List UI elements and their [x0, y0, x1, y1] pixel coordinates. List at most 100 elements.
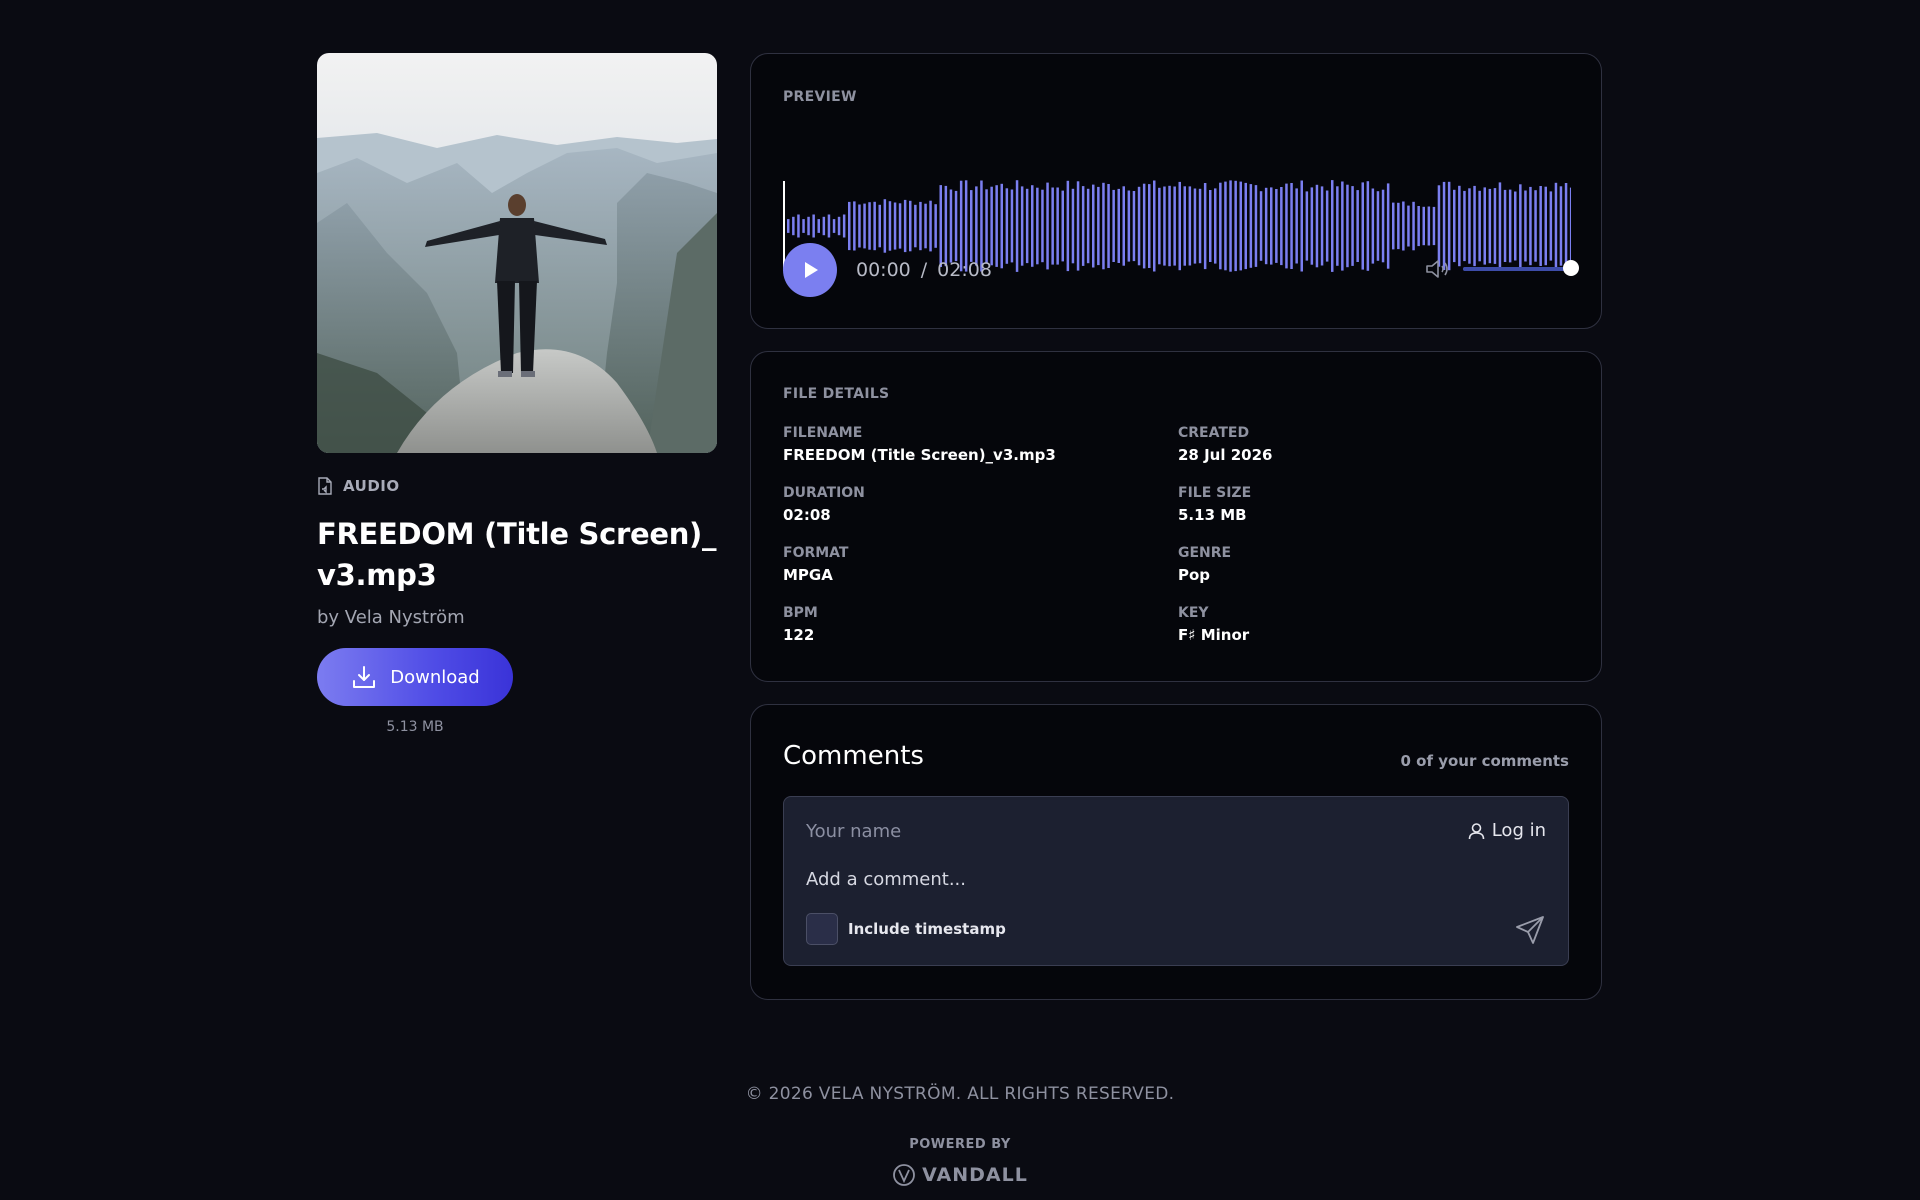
waveform-bar	[1224, 181, 1227, 271]
waveform-bar	[1148, 184, 1151, 268]
waveform-bar	[1020, 186, 1024, 266]
detail-filesize: FILE SIZE 5.13 MB	[1178, 485, 1573, 545]
waveform-bar	[959, 180, 963, 272]
details-grid: FILENAME FREEDOM (Title Screen)_v3.mp3 C…	[783, 425, 1573, 665]
waveform-bar	[1341, 181, 1344, 271]
asset-type: AUDIO	[317, 476, 717, 496]
volume-fill	[1463, 267, 1565, 271]
brand-link[interactable]: VANDALL	[0, 1163, 1920, 1187]
waveform-bar	[1503, 189, 1507, 262]
waveform-bar	[1270, 187, 1273, 265]
current-time: 00:00	[856, 259, 911, 281]
detail-label: CREATED	[1178, 425, 1250, 441]
vandall-logo-icon	[893, 1164, 916, 1186]
waveform-bar	[1046, 182, 1049, 270]
waveform-bar	[1478, 190, 1481, 262]
waveform-bar	[1163, 186, 1166, 266]
waveform-bar	[980, 180, 983, 272]
waveform-bar	[822, 216, 826, 236]
waveform-bar	[1295, 188, 1298, 264]
waveform-bar	[1173, 186, 1176, 266]
waveform-bar	[1056, 187, 1059, 265]
detail-value: 02:08	[783, 506, 831, 524]
waveform-bar	[1254, 185, 1258, 267]
waveform-bar	[1529, 186, 1532, 266]
volume-icon[interactable]	[1425, 258, 1451, 280]
waveform-bar	[1376, 191, 1380, 261]
detail-label: FORMAT	[783, 545, 849, 561]
asset-type-label: AUDIO	[343, 477, 400, 495]
timestamp-checkbox[interactable]	[806, 913, 838, 945]
waveform-bar	[1203, 183, 1207, 270]
waveform-bar	[995, 185, 998, 267]
detail-label: KEY	[1178, 605, 1209, 621]
waveform-bar	[1005, 188, 1009, 264]
detail-label: FILENAME	[783, 425, 863, 441]
detail-value: MPGA	[783, 566, 833, 584]
play-icon	[805, 262, 818, 278]
detail-value: F♯ Minor	[1178, 626, 1250, 644]
waveform-bar	[1234, 180, 1237, 272]
waveform-bar	[1239, 181, 1242, 271]
waveform-bar	[1198, 188, 1202, 264]
waveform-bar	[1142, 183, 1146, 269]
copyright: © 2026 VELA NYSTRÖM. ALL RIGHTS RESERVED…	[745, 1084, 1175, 1104]
waveform-bar	[1569, 187, 1571, 265]
detail-filename: FILENAME FREEDOM (Title Screen)_v3.mp3	[783, 425, 1178, 485]
send-icon[interactable]	[1514, 914, 1546, 946]
waveform-bar	[944, 185, 948, 267]
waveform-bar	[1112, 189, 1115, 262]
detail-genre: GENRE Pop	[1178, 545, 1573, 605]
waveform-bar	[1229, 180, 1232, 272]
waveform-bar	[1412, 201, 1415, 251]
waveform-bar	[1453, 189, 1456, 263]
waveform-bar	[929, 200, 932, 252]
waveform-bar	[1519, 184, 1522, 268]
waveform-bar	[914, 204, 917, 248]
waveform-bar	[1493, 188, 1497, 264]
waveform-bar	[1168, 185, 1171, 267]
waveform-bar	[1188, 186, 1192, 266]
waveform-bar	[1381, 189, 1385, 263]
waveform-bar	[1524, 190, 1527, 262]
waveform-bar	[1132, 191, 1136, 262]
waveform-bar	[990, 186, 993, 266]
waveform-bar	[1549, 191, 1553, 261]
waveform-bar	[970, 190, 973, 262]
waveform-bar	[1183, 186, 1186, 266]
name-input[interactable]	[806, 817, 1306, 845]
download-button[interactable]: Download	[317, 648, 513, 706]
download-label: Download	[390, 666, 480, 688]
waveform-bar	[883, 199, 887, 253]
waveform-bar	[1320, 186, 1324, 266]
waveform-bar	[1407, 205, 1410, 247]
waveform-bar	[954, 190, 958, 262]
comments-card: Comments 0 of your comments Log in Inclu…	[750, 704, 1602, 1000]
detail-created: CREATED 28 Jul 2026	[1178, 425, 1573, 485]
timestamp-label[interactable]: Include timestamp	[848, 920, 1006, 938]
detail-value: 122	[783, 626, 815, 644]
waveform-bar	[1081, 186, 1085, 266]
waveform-bar	[1508, 189, 1512, 263]
volume-slider[interactable]	[1463, 267, 1565, 271]
waveform-bar	[1356, 190, 1359, 262]
user-icon	[1468, 822, 1485, 839]
waveform-bar	[787, 219, 790, 233]
comment-input[interactable]	[806, 865, 1546, 893]
waveform-bar	[1178, 181, 1181, 271]
login-button[interactable]: Log in	[1468, 820, 1546, 841]
play-button[interactable]	[783, 243, 837, 297]
waveform-bar	[1214, 188, 1217, 264]
waveform-bar	[1427, 206, 1431, 246]
waveform-bar	[903, 199, 907, 253]
asset-info: AUDIO FREEDOM (Title Screen)_v3.mp3 by V…	[317, 53, 717, 735]
waveform-bar	[1153, 180, 1156, 272]
waveform-bar	[837, 216, 841, 236]
time-separator: /	[920, 259, 928, 281]
waveform-bar	[1076, 181, 1080, 271]
waveform-bar	[1564, 183, 1568, 269]
waveform-bar	[1041, 189, 1044, 263]
waveform-bar	[985, 189, 988, 263]
waveform-bar	[1544, 186, 1547, 266]
volume-handle[interactable]	[1563, 260, 1579, 276]
